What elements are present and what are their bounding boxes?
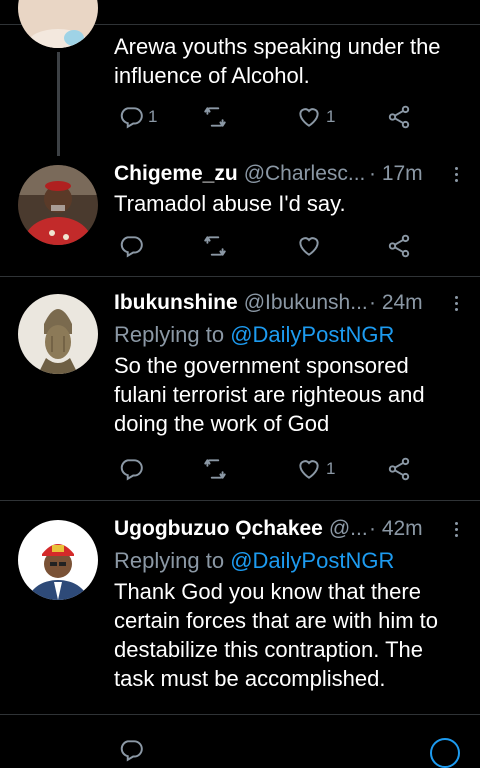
replying-to: Replying to @DailyPostNGR xyxy=(114,546,466,575)
share-icon xyxy=(388,457,410,481)
thread-line xyxy=(57,52,60,156)
retweet-icon xyxy=(204,236,226,256)
tweet-header: Ugogbuzuo Ọchakee @... · 42m xyxy=(114,516,466,542)
share-icon xyxy=(388,234,410,258)
like-icon xyxy=(299,460,319,479)
user-handle[interactable]: @... xyxy=(329,516,368,542)
reply-icon xyxy=(120,107,143,129)
tweet-text-line: task must be accomplished. xyxy=(114,666,386,691)
retweet-icon xyxy=(204,459,226,479)
avatar[interactable] xyxy=(18,520,98,600)
tweet-actions: 1 1 xyxy=(114,104,424,134)
tweet-text-line: destabilize this contraption. The xyxy=(114,637,423,662)
display-name[interactable]: Chigeme_zu xyxy=(114,161,238,187)
tweet-text: Thank God you know that there certain fo… xyxy=(114,577,466,693)
like-count: 1 xyxy=(326,107,336,126)
avatar[interactable] xyxy=(18,294,98,374)
tweet-time: · 24m xyxy=(369,291,423,314)
tweet-header: Chigeme_zu @Charlesc... · 17m xyxy=(114,161,466,187)
more-icon[interactable] xyxy=(446,290,466,316)
display-name[interactable]: Ugogbuzuo Ọchakee xyxy=(114,516,323,542)
share-button[interactable] xyxy=(386,456,412,482)
compose-icon[interactable] xyxy=(430,738,460,768)
replying-to: Replying to @DailyPostNGR xyxy=(114,320,466,349)
tweet-text-line: influence of Alcohol. xyxy=(114,63,310,88)
tweet-text-line: Thank God you know that there xyxy=(114,579,421,604)
tweet-divider xyxy=(0,276,480,277)
tweet-text: Arewa youths speaking under the influenc… xyxy=(114,32,466,90)
replying-to-link[interactable]: @DailyPostNGR xyxy=(230,322,394,347)
reply-button[interactable] xyxy=(118,456,144,482)
tweet-time: · 17m xyxy=(369,162,423,185)
tweet-actions-clipped xyxy=(114,737,424,767)
like-button[interactable]: 1 xyxy=(296,104,335,130)
like-count: 1 xyxy=(326,459,336,478)
reply-icon xyxy=(120,740,143,762)
avatar[interactable] xyxy=(18,165,98,245)
tweet-divider xyxy=(0,500,480,501)
like-icon xyxy=(299,108,319,127)
avatar[interactable] xyxy=(18,0,98,48)
tweet-text: Tramadol abuse I'd say. xyxy=(114,191,346,216)
like-button[interactable] xyxy=(296,233,322,259)
tweet-text-line: Arewa youths speaking under the xyxy=(114,34,441,59)
retweet-button[interactable] xyxy=(202,233,228,259)
share-button[interactable] xyxy=(386,104,412,130)
like-button[interactable]: 1 xyxy=(296,456,335,482)
tweet-header: Ibukunshine @Ibukunsh... · 24m xyxy=(114,290,466,316)
reply-button[interactable]: 1 xyxy=(118,104,157,130)
tweet-text-line: doing the work of God xyxy=(114,411,330,436)
reply-button[interactable] xyxy=(118,233,144,259)
retweet-icon xyxy=(204,107,226,127)
share-button[interactable] xyxy=(386,233,412,259)
more-icon[interactable] xyxy=(446,516,466,542)
user-handle[interactable]: @Ibukunsh... xyxy=(244,290,368,316)
replying-prefix: Replying to xyxy=(114,322,225,347)
retweet-button[interactable] xyxy=(202,104,228,130)
more-icon[interactable] xyxy=(446,161,466,187)
tweet-actions: 1 xyxy=(114,456,424,486)
tweet-text-line: fulani terrorist are righteous and xyxy=(114,382,425,407)
user-handle[interactable]: @Charlesc... xyxy=(244,161,366,187)
share-icon xyxy=(388,105,410,129)
retweet-button[interactable] xyxy=(202,456,228,482)
reply-count: 1 xyxy=(148,107,158,126)
bottom-divider xyxy=(0,714,480,715)
replying-prefix: Replying to xyxy=(114,548,225,573)
reply-icon xyxy=(120,459,143,481)
tweet-text-line: So the government sponsored xyxy=(114,353,409,378)
tweet-text: So the government sponsored fulani terro… xyxy=(114,351,466,438)
like-icon xyxy=(299,237,319,256)
reply-icon xyxy=(120,236,143,258)
tweet-time: · 42m xyxy=(369,517,423,540)
tweet-text-line: certain forces that are with him to xyxy=(114,608,439,633)
display-name[interactable]: Ibukunshine xyxy=(114,290,238,316)
replying-to-link[interactable]: @DailyPostNGR xyxy=(230,548,394,573)
tweet-actions xyxy=(114,233,424,263)
reply-button[interactable] xyxy=(118,737,144,763)
